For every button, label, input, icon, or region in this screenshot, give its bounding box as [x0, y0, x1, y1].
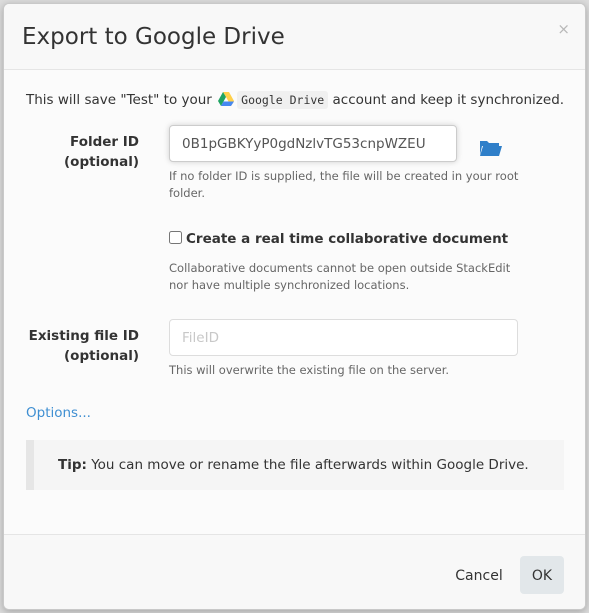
folder-id-input[interactable] — [169, 125, 457, 162]
ok-button[interactable]: OK — [520, 556, 564, 594]
folder-id-label: Folder ID (optional) — [26, 132, 139, 172]
export-dialog: Export to Google Drive × This will save … — [3, 3, 586, 610]
folder-id-help: If no folder ID is supplied, the file wi… — [169, 169, 519, 200]
existing-file-input[interactable] — [169, 319, 518, 356]
dialog-title: Export to Google Drive — [22, 24, 285, 50]
realtime-checkbox[interactable] — [169, 231, 182, 244]
options-link[interactable]: Options... — [26, 405, 91, 421]
folder-open-icon[interactable] — [479, 138, 503, 158]
existing-file-label-line2: (optional) — [64, 348, 139, 364]
existing-file-label: Existing file ID (optional) — [26, 326, 139, 366]
existing-file-label-line1: Existing file ID — [28, 328, 139, 344]
tip-text: Tip: You can move or rename the file aft… — [58, 457, 529, 473]
intro-text: This will save "Test" to your Google Dri… — [26, 91, 565, 109]
tip-body: You can move or rename the file afterwar… — [86, 457, 529, 473]
close-button[interactable]: × — [557, 20, 570, 38]
cancel-button[interactable]: Cancel — [444, 556, 514, 594]
folder-id-label-line2: (optional) — [64, 154, 139, 170]
google-drive-icon — [218, 92, 235, 106]
existing-file-help: This will overwrite the existing file on… — [169, 363, 450, 377]
tip-box: Tip: You can move or rename the file aft… — [26, 440, 564, 490]
realtime-help: Collaborative documents cannot be open o… — [169, 261, 511, 292]
realtime-checkbox-label: Create a real time collaborative documen… — [186, 231, 509, 247]
dialog-header: Export to Google Drive × — [4, 4, 585, 70]
intro-after: account and keep it synchronized. — [328, 92, 565, 108]
intro-before: This will save "Test" to your — [26, 92, 217, 108]
dialog-footer: Cancel OK — [4, 534, 585, 609]
realtime-checkbox-row[interactable]: Create a real time collaborative documen… — [169, 231, 508, 247]
tip-prefix: Tip: — [58, 457, 87, 473]
google-drive-label: Google Drive — [237, 91, 329, 109]
folder-id-label-line1: Folder ID — [70, 134, 139, 150]
